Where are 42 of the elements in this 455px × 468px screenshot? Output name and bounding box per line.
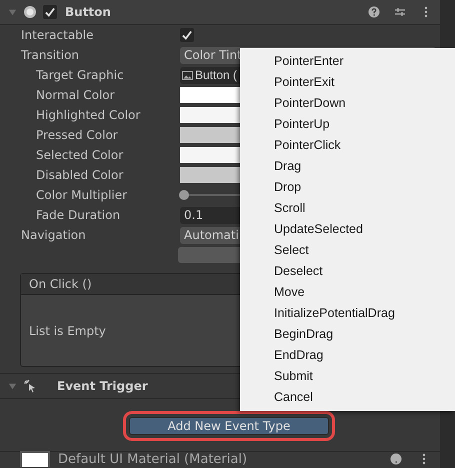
event-list-title: On Click () [29, 277, 92, 291]
property-label: Fade Duration [36, 208, 122, 222]
menu-item[interactable]: Scroll [240, 198, 455, 219]
component-title: Button [65, 5, 111, 19]
menu-item[interactable]: BeginDrag [240, 324, 455, 345]
menu-item[interactable]: Drop [240, 177, 455, 198]
property-label: Pressed Color [36, 128, 119, 142]
menu-item[interactable]: PointerExit [240, 72, 455, 93]
menu-item[interactable]: EndDrag [240, 345, 455, 366]
enabled-checkbox[interactable] [43, 5, 57, 19]
property-label: Normal Color [36, 88, 116, 102]
menu-item[interactable]: PointerEnter [240, 51, 455, 72]
cursor-sparkle-icon [23, 379, 37, 393]
menu-item[interactable]: Select [240, 240, 455, 261]
image-icon [182, 70, 193, 80]
property-label: Disabled Color [36, 168, 124, 182]
property-label: Navigation [21, 228, 87, 242]
property-label: Selected Color [36, 148, 124, 162]
menu-item[interactable]: PointerClick [240, 135, 455, 156]
property-label: Highlighted Color [36, 108, 142, 122]
material-title: Default UI Material (Material) [58, 452, 248, 466]
settings-sliders-icon[interactable] [394, 6, 406, 18]
material-preview-icon [20, 451, 50, 467]
property-label: Target Graphic [36, 68, 125, 82]
menu-item[interactable]: PointerUp [240, 114, 455, 135]
property-label: Transition [21, 48, 80, 62]
menu-item[interactable]: Submit [240, 366, 455, 387]
property-label: Interactable [21, 28, 95, 42]
menu-item[interactable]: Deselect [240, 261, 455, 282]
radio-icon [23, 5, 37, 19]
interactable-checkbox[interactable] [180, 28, 194, 42]
menu-item[interactable]: Cancel [240, 387, 455, 408]
empty-list-text: List is Empty [29, 324, 106, 338]
help-icon[interactable] [390, 453, 402, 465]
menu-item[interactable]: Move [240, 282, 455, 303]
component-title: Event Trigger [57, 379, 148, 393]
menu-item[interactable]: UpdateSelected [240, 219, 455, 240]
menu-item[interactable]: PointerDown [240, 93, 455, 114]
menu-item[interactable]: InitializePotentialDrag [240, 303, 455, 324]
help-icon[interactable] [368, 6, 380, 18]
menu-item[interactable]: Drag [240, 156, 455, 177]
property-label: Color Multiplier [36, 188, 128, 202]
